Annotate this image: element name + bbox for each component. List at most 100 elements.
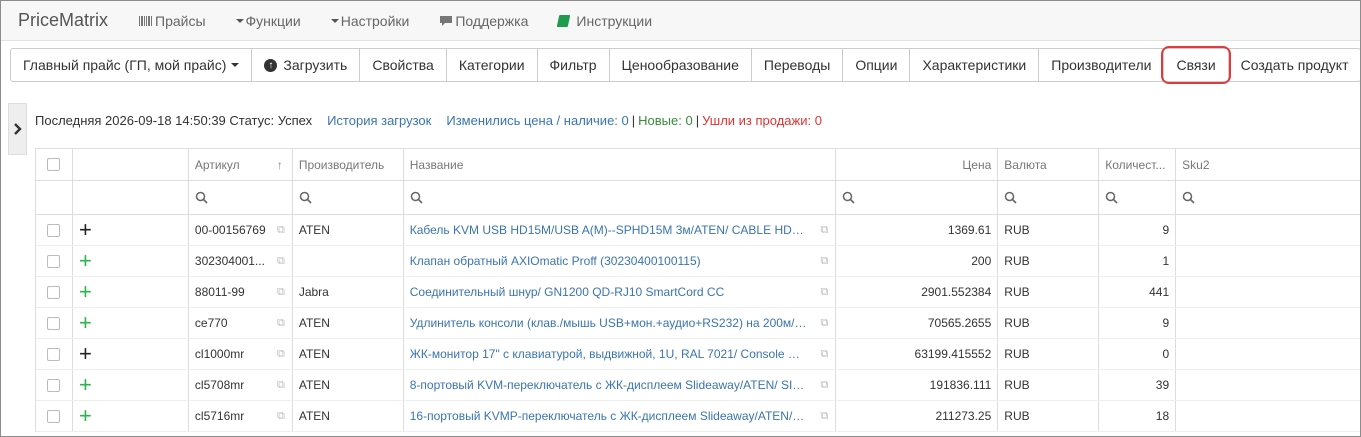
filter-currency[interactable] xyxy=(998,181,1100,214)
manufacturers-button[interactable]: Производители xyxy=(1038,48,1165,82)
caret-down-icon xyxy=(330,18,339,23)
copy-icon[interactable]: ⧉ xyxy=(277,286,285,299)
copy-icon[interactable]: ⧉ xyxy=(821,224,829,237)
copy-icon[interactable]: ⧉ xyxy=(821,286,829,299)
filter-sku2[interactable] xyxy=(1176,181,1360,214)
row-checkbox[interactable] xyxy=(47,285,61,299)
row-checkbox[interactable] xyxy=(47,347,61,361)
nav-functions[interactable]: Функции xyxy=(235,13,301,29)
row-checkbox[interactable] xyxy=(47,409,61,423)
manufacturer-cell: ATEN xyxy=(293,339,404,369)
table-row[interactable]: + cl5716mr ⧉ ATEN 16-портовый KVMP-перекл… xyxy=(36,401,1360,432)
changed-count-link[interactable]: Изменились цена / наличие: 0 xyxy=(446,113,628,128)
barcode-icon xyxy=(139,15,153,27)
copy-icon[interactable]: ⧉ xyxy=(821,255,829,268)
copy-icon[interactable]: ⧉ xyxy=(277,317,285,330)
header-sku2[interactable]: Sku2 xyxy=(1176,149,1360,180)
search-icon xyxy=(1005,191,1017,204)
copy-icon[interactable]: ⧉ xyxy=(821,317,829,330)
nav-settings[interactable]: Настройки xyxy=(330,12,410,29)
add-link-icon[interactable]: + xyxy=(79,374,92,396)
currency-cell: RUB xyxy=(998,215,1100,245)
product-name-link[interactable]: Удлинитель консоли (клав./мышь USB+мон.+… xyxy=(410,316,830,330)
characteristics-button[interactable]: Характеристики xyxy=(909,48,1040,82)
add-link-icon[interactable]: + xyxy=(79,250,92,272)
row-checkbox[interactable] xyxy=(47,254,61,268)
nav-instructions[interactable]: Инструкции xyxy=(557,13,652,29)
product-name-link[interactable]: ЖК-монитор 17" с клавиатурой, выдвижной,… xyxy=(410,347,830,361)
pricing-button[interactable]: Ценообразование xyxy=(608,48,752,82)
copy-icon[interactable]: ⧉ xyxy=(821,379,829,392)
copy-icon[interactable]: ⧉ xyxy=(277,348,285,361)
options-button[interactable]: Опции xyxy=(842,48,911,82)
add-link-icon[interactable]: + xyxy=(79,281,92,303)
table-row[interactable]: + cl1000mr ⧉ ATEN ЖК-монитор 17" с клавиа… xyxy=(36,339,1360,370)
nav-support[interactable]: Поддержка xyxy=(439,13,528,29)
copy-icon[interactable]: ⧉ xyxy=(821,410,829,423)
upload-label: Загрузить xyxy=(283,57,348,73)
header-currency[interactable]: Валюта xyxy=(998,149,1100,180)
name-cell: 8-портовый KVM-переключатель с ЖК-диспле… xyxy=(404,370,837,400)
filter-name[interactable] xyxy=(404,181,837,214)
copy-icon[interactable]: ⧉ xyxy=(277,410,285,423)
create-product-button[interactable]: Создать продукт xyxy=(1227,48,1360,82)
article-cell: 302304001... ⧉ xyxy=(189,246,293,276)
upload-history-link[interactable]: История загрузок xyxy=(327,113,431,128)
filter-button[interactable]: Фильтр xyxy=(536,48,610,82)
nav-settings-label: Настройки xyxy=(340,12,410,29)
row-select-cell xyxy=(36,401,73,431)
copy-icon[interactable]: ⧉ xyxy=(277,379,285,392)
properties-button[interactable]: Свойства xyxy=(359,48,447,82)
table-row[interactable]: + cl5708mr ⧉ ATEN 8-портовый KVM-переключ… xyxy=(36,370,1360,401)
copy-icon[interactable]: ⧉ xyxy=(821,348,829,361)
header-article[interactable]: Артикул ↑ xyxy=(189,149,293,180)
select-all-checkbox[interactable] xyxy=(47,158,61,171)
brand-logo[interactable]: PriceMatrix xyxy=(1,10,139,31)
new-count-link[interactable]: Новые: 0 xyxy=(638,113,693,128)
categories-button[interactable]: Категории xyxy=(445,48,538,82)
search-icon xyxy=(195,191,208,204)
currency-cell: RUB xyxy=(998,308,1100,338)
row-select-cell xyxy=(36,277,73,307)
filter-manufacturer[interactable] xyxy=(293,181,404,214)
product-name-link[interactable]: Соединительный шнур/ GN1200 QD-RJ10 Smar… xyxy=(410,285,746,299)
translations-button[interactable]: Переводы xyxy=(750,48,844,82)
upload-button[interactable]: ↑ Загрузить xyxy=(251,48,361,82)
add-link-icon[interactable]: + xyxy=(79,219,92,241)
nav-prices-label: Прайсы xyxy=(155,12,206,29)
row-select-cell xyxy=(36,370,73,400)
product-name-link[interactable]: Клапан обратный AXIOmatic Proff (3023040… xyxy=(410,254,723,268)
header-manufacturer[interactable]: Производитель xyxy=(293,149,404,180)
table-row[interactable]: + 00-00156769 ⧉ ATEN Кабель KVM USB HD15M… xyxy=(36,215,1360,246)
header-quantity[interactable]: Количест... xyxy=(1099,149,1177,180)
copy-icon[interactable]: ⧉ xyxy=(277,255,285,268)
price-select-button[interactable]: Главный прайс (ГП, мой прайс) xyxy=(10,48,253,82)
table-row[interactable]: + ce770 ⧉ ATEN Удлинитель консоли (клав./… xyxy=(36,308,1360,339)
links-button[interactable]: Связи xyxy=(1161,46,1231,84)
copy-icon[interactable]: ⧉ xyxy=(277,224,285,237)
nav-prices[interactable]: Прайсы xyxy=(139,13,206,29)
table-row[interactable]: + 302304001... ⧉ Клапан обратный AXIOmati… xyxy=(36,246,1360,277)
product-name-link[interactable]: Кабель KVM USB HD15M/USB A(M)--SPHD15M 3… xyxy=(410,223,830,237)
price-cell: 2901.552384 xyxy=(836,277,999,307)
sidebar-toggle[interactable] xyxy=(8,103,27,155)
sku2-cell xyxy=(1176,215,1360,245)
header-price[interactable]: Цена xyxy=(836,149,999,180)
add-link-icon[interactable]: + xyxy=(79,405,92,427)
row-checkbox[interactable] xyxy=(47,378,61,392)
filter-article[interactable] xyxy=(189,181,293,214)
name-cell: Удлинитель консоли (клав./мышь USB+мон.+… xyxy=(404,308,837,338)
filter-quantity[interactable] xyxy=(1099,181,1177,214)
product-name-link[interactable]: 16-портовый KVMP-переключатель с ЖК-дисп… xyxy=(410,409,830,423)
product-name-link[interactable]: 8-портовый KVM-переключатель с ЖК-диспле… xyxy=(410,378,830,392)
row-checkbox[interactable] xyxy=(47,316,61,330)
manufacturer-cell: ATEN xyxy=(293,215,404,245)
gone-count-link[interactable]: Ушли из продажи: 0 xyxy=(702,113,822,128)
add-link-icon[interactable]: + xyxy=(79,312,92,334)
table-row[interactable]: + 88011-99 ⧉ Jabra Соединительный шнур/ G… xyxy=(36,277,1360,308)
header-name[interactable]: Название xyxy=(404,149,837,180)
filter-price[interactable] xyxy=(836,181,999,214)
manufacturer-cell xyxy=(293,246,404,276)
row-checkbox[interactable] xyxy=(47,223,61,237)
add-link-icon[interactable]: + xyxy=(79,343,92,365)
